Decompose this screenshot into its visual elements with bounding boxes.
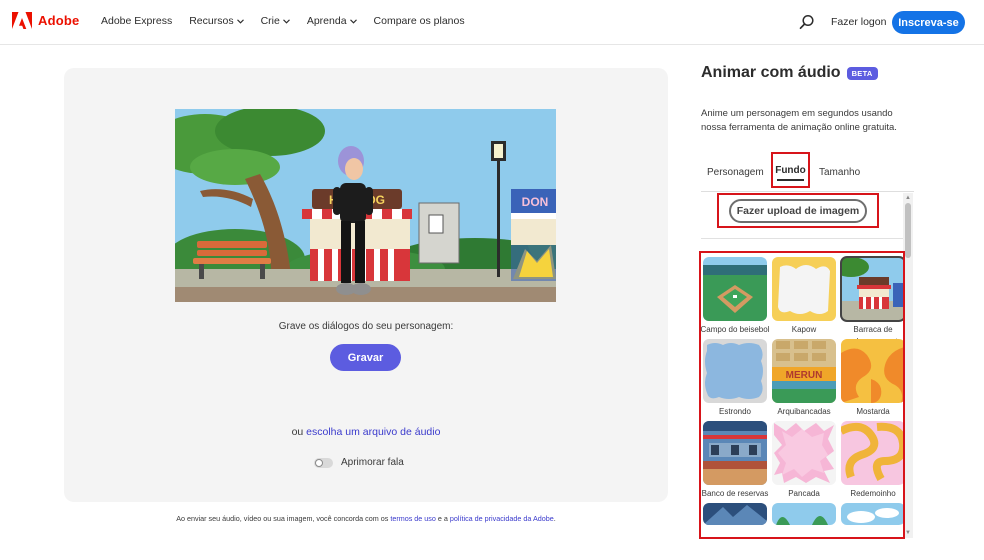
tab-label: Tamanho — [819, 166, 861, 178]
choose-audio-file-link[interactable]: escolha um arquivo de áudio — [306, 426, 440, 438]
scroll-up-arrow-icon[interactable]: ▲ — [905, 195, 911, 201]
chevron-down-icon — [282, 18, 290, 24]
nav-label: Crie — [260, 15, 280, 27]
improve-speech-toggle[interactable] — [314, 457, 333, 468]
animation-workspace: HOT DOG DON — [64, 68, 668, 502]
mustard-thumb — [841, 339, 903, 403]
background-option-partial[interactable] — [703, 503, 767, 537]
search-icon[interactable] — [799, 14, 815, 30]
active-tab-indicator — [777, 179, 804, 181]
choose-audio-line: ou escolha um arquivo de áudio — [64, 426, 668, 438]
upload-image-button[interactable]: Fazer upload de imagem — [729, 199, 867, 223]
baseball-field-thumb — [703, 257, 767, 321]
partial-thumb-1 — [703, 503, 767, 525]
panel-title-text: Animar com áudio — [701, 64, 841, 81]
background-option-banco-de-reservas[interactable]: Banco de reservas — [702, 421, 768, 503]
background-option-partial[interactable] — [841, 503, 903, 537]
background-option-estrondo[interactable]: Estrondo — [703, 339, 767, 421]
background-label: Kapow — [791, 325, 817, 334]
background-option-partial[interactable] — [772, 503, 836, 537]
terms-disclaimer: Ao enviar seu áudio, vídeo ou sua imagem… — [0, 514, 732, 523]
choose-audio-prefix: ou — [291, 426, 307, 438]
tab-label: Fundo — [775, 164, 806, 176]
tab-label: Personagem — [707, 166, 764, 178]
panel-divider — [701, 238, 903, 239]
chevron-down-icon — [236, 18, 244, 24]
swirl-thumb — [841, 421, 903, 485]
hotdog-stand-thumb — [840, 256, 903, 322]
scroll-thumb[interactable] — [905, 203, 911, 258]
upload-highlight-box: Fazer upload de imagem — [717, 193, 879, 228]
privacy-policy-link[interactable]: política de privacidade da Adobe — [450, 514, 554, 523]
terms-prefix: Ao enviar seu áudio, vídeo ou sua imagem… — [176, 514, 391, 523]
background-option-redemoinho[interactable]: Redemoinho — [841, 421, 903, 503]
nav-label: Recursos — [189, 15, 234, 27]
background-label: Redemoinho — [850, 489, 896, 498]
top-navigation-bar: Adobe Adobe Express Recursos Crie Aprend… — [0, 0, 984, 45]
bleachers-thumb: MERUN — [772, 339, 836, 403]
signup-button[interactable]: Inscreva-se — [892, 11, 965, 34]
tab-personagem[interactable]: Personagem — [707, 152, 764, 192]
improve-speech-control: Aprimorar fala — [314, 457, 404, 468]
kapow-thumb — [772, 257, 836, 321]
tab-tamanho[interactable]: Tamanho — [819, 152, 860, 192]
background-option-arquibancadas[interactable]: MERUN Arquibancadas — [772, 339, 836, 421]
terms-middle: e a — [435, 514, 450, 523]
login-link[interactable]: Fazer logon — [831, 16, 886, 28]
nav-recursos[interactable]: Recursos — [189, 15, 244, 27]
nav-crie[interactable]: Crie — [261, 15, 290, 27]
background-label: Banco de reservas — [701, 489, 769, 498]
pancada-thumb — [772, 421, 836, 485]
estrondo-thumb — [703, 339, 767, 403]
background-option-mostarda[interactable]: Mostarda — [841, 339, 903, 421]
record-prompt: Grave os diálogos do seu personagem: — [278, 321, 454, 332]
panel-tabs: Personagem Fundo Tamanho — [701, 152, 914, 192]
terms-suffix: . — [553, 514, 556, 523]
terms-of-use-link[interactable]: termos de uso — [390, 514, 436, 523]
partial-thumb-2 — [772, 503, 836, 525]
background-label: Estrondo — [718, 407, 752, 416]
bleachers-sign-text: MERUN — [786, 370, 823, 381]
nav-compare-planos[interactable]: Compare os planos — [374, 15, 465, 27]
adobe-logo[interactable]: Adobe — [12, 12, 79, 29]
nav-aprenda[interactable]: Aprenda — [307, 15, 357, 27]
record-button[interactable]: Gravar — [330, 344, 401, 371]
nav-adobe-express[interactable]: Adobe Express — [101, 15, 172, 27]
background-grid-highlight: Campo do beisebol Kapow Barraca de Estro… — [699, 251, 905, 539]
hotdog-stand-scene-illustration: HOT DOG DON — [175, 109, 556, 302]
adobe-logo-icon — [12, 12, 32, 29]
background-option-barraca-cachorro-quente[interactable]: Barraca de cachorro quente — [840, 256, 903, 346]
adobe-logo-text: Adobe — [38, 13, 80, 28]
panel-title: Animar com áudio BETA — [701, 64, 878, 82]
beta-badge: BETA — [846, 66, 878, 80]
background-label: Campo do beisebol — [700, 325, 770, 334]
partial-thumb-3 — [841, 503, 903, 525]
scroll-down-arrow-icon[interactable]: ▼ — [905, 530, 911, 536]
background-label: Mostarda — [856, 407, 890, 416]
nav-label: Aprenda — [306, 15, 347, 27]
nav-label: Compare os planos — [373, 15, 465, 27]
animation-preview: HOT DOG DON — [175, 109, 556, 302]
background-option-campo-do-beisebol[interactable]: Campo do beisebol — [701, 257, 769, 339]
nav-label: Adobe Express — [101, 15, 173, 27]
panel-description: Anime um personagem em segundos usando n… — [701, 108, 897, 133]
tab-fundo[interactable]: Fundo — [771, 152, 810, 188]
background-option-kapow[interactable]: Kapow — [772, 257, 836, 339]
background-option-pancada[interactable]: Pancada — [772, 421, 836, 503]
background-label: Pancada — [788, 489, 820, 498]
dugout-thumb — [703, 421, 767, 485]
background-grid: Campo do beisebol Kapow Barraca de Estro… — [701, 256, 903, 537]
background-label: Arquibancadas — [777, 407, 831, 416]
chevron-down-icon — [349, 18, 357, 24]
main-nav: Adobe Express Recursos Crie Aprenda Comp… — [101, 15, 482, 27]
improve-speech-label: Aprimorar fala — [341, 457, 404, 468]
donut-sign-text: DON — [522, 195, 549, 209]
